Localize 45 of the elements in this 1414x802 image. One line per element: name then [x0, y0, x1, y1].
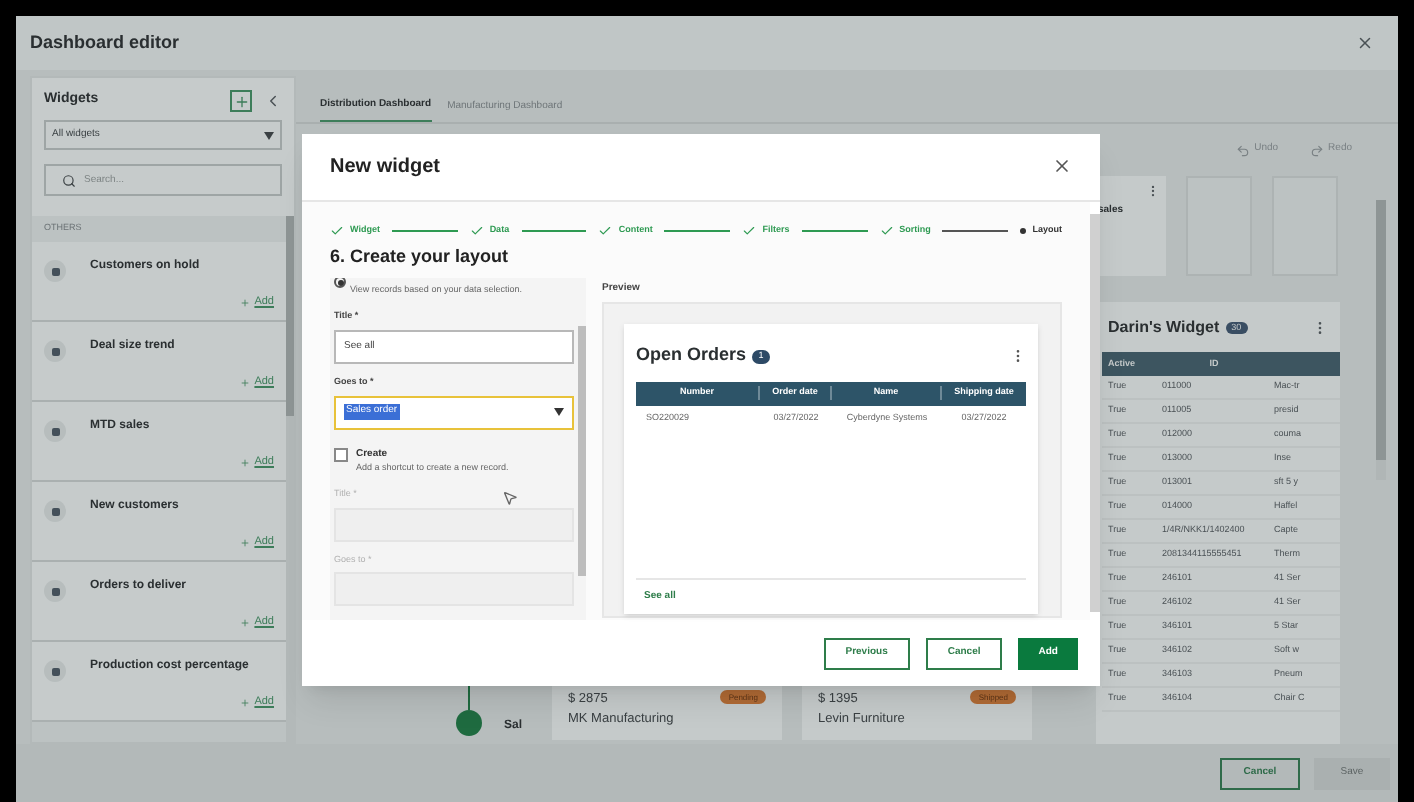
widget-icon [44, 260, 66, 282]
caret-icon [264, 131, 274, 139]
search-icon [62, 173, 76, 187]
scrollbar-thumb[interactable] [1376, 200, 1386, 460]
plus-icon [233, 93, 249, 109]
mouse-pointer-icon [502, 490, 518, 506]
check-icon [879, 224, 894, 239]
collapse-icon[interactable] [264, 92, 282, 110]
close-icon[interactable] [1052, 156, 1072, 177]
close-icon[interactable] [1356, 34, 1374, 52]
check-icon [330, 224, 344, 239]
step-connector [521, 230, 587, 233]
widget-icon [44, 420, 66, 442]
scrollbar-thumb[interactable] [578, 326, 586, 577]
step-connector [391, 230, 458, 233]
check-icon [469, 224, 484, 239]
dialog-title: New widget [330, 153, 441, 182]
more-icon[interactable] [1146, 184, 1160, 198]
widget-icon [44, 580, 66, 602]
step-connector [942, 230, 1009, 233]
redo-icon [1310, 143, 1325, 157]
radio-button[interactable] [334, 278, 346, 289]
scrollbar-thumb[interactable] [286, 216, 294, 416]
checkbox[interactable] [334, 447, 348, 461]
step-connector [801, 230, 868, 233]
check-icon [598, 224, 613, 239]
step-heading: 6. Create your layout [330, 243, 511, 270]
step-connector [664, 230, 731, 233]
caret-icon [554, 408, 564, 416]
undo-icon [1236, 143, 1251, 157]
widget-title: Open Orders [636, 342, 747, 369]
add-widget-button[interactable] [230, 90, 252, 112]
window-title: Dashboard editor [30, 29, 180, 56]
widget-title: Darin's Widget [1108, 316, 1220, 340]
plus-icon [240, 457, 251, 468]
check-icon [742, 224, 757, 239]
widget-icon [44, 500, 66, 522]
plus-icon [240, 617, 251, 628]
scrollbar-thumb[interactable] [1090, 213, 1100, 613]
plus-icon [240, 697, 251, 708]
widget-icon [44, 340, 66, 362]
plus-icon [240, 537, 251, 548]
widget-icon [44, 660, 66, 682]
plus-icon [240, 297, 251, 308]
plus-icon [240, 377, 251, 388]
